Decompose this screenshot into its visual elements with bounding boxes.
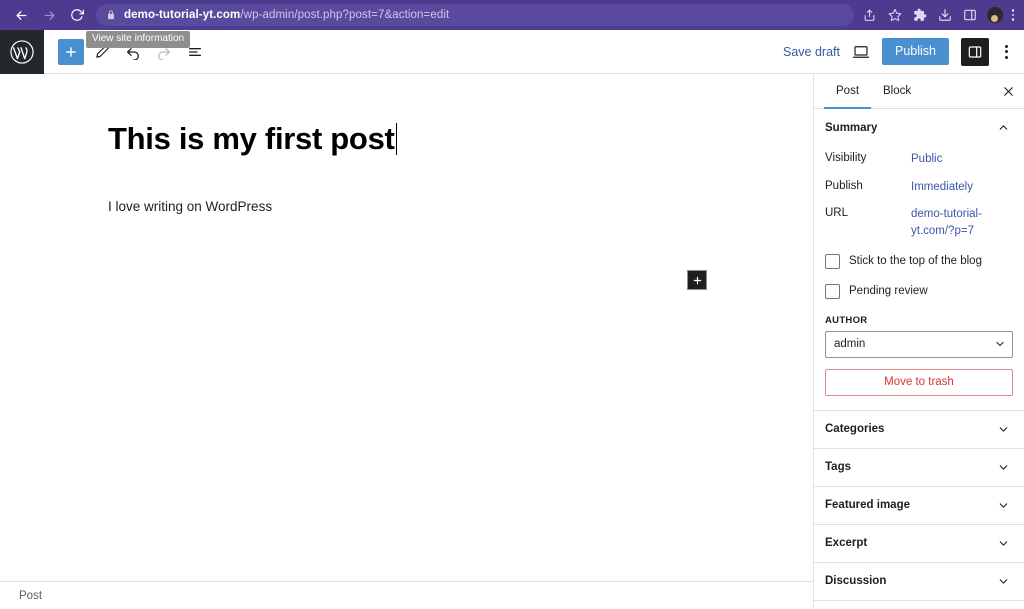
row-url-label: URL — [825, 207, 849, 220]
panel-featured-image-header[interactable]: Featured image — [814, 487, 1024, 524]
browser-toolbar-icons — [862, 7, 1017, 23]
address-bar[interactable]: demo-tutorial-yt.com/wp-admin/post.php?p… — [96, 4, 854, 26]
panel-categories-header[interactable]: Categories — [814, 411, 1024, 448]
add-block-button[interactable] — [58, 38, 84, 65]
row-publish-label: Publish — [825, 179, 863, 192]
panel-tags: Tags — [814, 449, 1024, 487]
text-caret — [395, 123, 398, 155]
panel-excerpt-title: Excerpt — [825, 537, 868, 550]
chevron-down-icon — [997, 423, 1010, 436]
row-visibility-label: Visibility — [825, 152, 867, 164]
inline-block-inserter-button[interactable] — [687, 270, 707, 290]
panel-featured-image-title: Featured image — [825, 499, 910, 512]
url-path: /wp-admin/post.php?post=7&action=edit — [240, 9, 450, 21]
reload-button[interactable] — [64, 3, 90, 27]
author-field-label: AUTHOR — [825, 314, 868, 326]
share-icon[interactable] — [862, 7, 878, 23]
move-to-trash-button[interactable]: Move to trash — [825, 368, 1013, 396]
tab-block[interactable]: Block — [871, 74, 923, 109]
author-select-wrapper: admin — [825, 330, 1013, 358]
editor-workspace: This is my first post I love writing on … — [0, 74, 1024, 609]
pending-review-checkbox[interactable] — [825, 283, 840, 299]
editor-header: View site information Save draft Publish — [0, 29, 1024, 74]
site-information-tooltip: View site information — [86, 31, 191, 48]
chevron-down-icon — [997, 575, 1010, 588]
row-visibility-value[interactable]: Public — [911, 151, 1013, 168]
row-publish: Publish Immediately — [825, 174, 1013, 202]
panel-tags-title: Tags — [825, 461, 851, 474]
settings-sidebar-icon[interactable] — [961, 37, 989, 66]
panel-excerpt: Excerpt — [814, 525, 1024, 563]
bookmark-star-icon[interactable] — [887, 7, 903, 23]
side-panel-icon[interactable] — [962, 7, 978, 23]
lock-icon — [106, 10, 116, 20]
address-bar-text: demo-tutorial-yt.com/wp-admin/post.php?p… — [124, 9, 449, 21]
row-visibility: Visibility Public — [825, 146, 1013, 174]
downloads-icon[interactable] — [937, 7, 953, 23]
close-icon[interactable] — [992, 74, 1024, 108]
panel-tags-header[interactable]: Tags — [814, 449, 1024, 486]
panel-discussion-title: Discussion — [825, 575, 887, 588]
checkbox-row-pending-review[interactable]: Pending review — [825, 276, 1013, 306]
tab-post[interactable]: Post — [824, 74, 872, 109]
sticky-checkbox-label: Stick to the top of the blog — [849, 255, 982, 268]
panel-discussion: Discussion — [814, 563, 1024, 601]
post-title-field[interactable]: This is my first post — [108, 120, 398, 159]
editor-header-actions: Save draft Publish — [783, 37, 1024, 66]
chevron-down-icon — [997, 461, 1010, 474]
forward-button[interactable] — [36, 3, 62, 27]
post-title-text: This is my first post — [108, 121, 395, 156]
breadcrumb: Post — [0, 581, 813, 609]
post-paragraph-block[interactable]: I love writing on WordPress — [108, 196, 813, 218]
chevron-down-icon — [997, 499, 1010, 512]
save-draft-button[interactable]: Save draft — [783, 45, 840, 59]
panel-categories: Categories — [814, 411, 1024, 449]
panel-summary-title: Summary — [825, 121, 878, 134]
more-options-icon[interactable] — [1001, 44, 1012, 59]
panel-excerpt-header[interactable]: Excerpt — [814, 525, 1024, 562]
wordpress-logo-icon[interactable] — [0, 29, 44, 74]
browser-menu-icon[interactable] — [1011, 9, 1014, 21]
row-publish-value[interactable]: Immediately — [911, 179, 1013, 196]
row-url-value[interactable]: demo-tutorial-yt.com/?p=7 — [911, 206, 1013, 239]
post-canvas[interactable]: This is my first post I love writing on … — [0, 74, 813, 581]
breadcrumb-item-post[interactable]: Post — [19, 590, 42, 602]
panel-summary: Summary Visibility Public Publish Immedi… — [814, 109, 1024, 411]
sidebar-tabs: Post Block — [814, 74, 1024, 109]
panel-summary-body: Visibility Public Publish Immediately UR… — [814, 146, 1024, 410]
chevron-up-icon — [997, 121, 1010, 134]
chevron-down-icon — [997, 537, 1010, 550]
checkbox-row-sticky[interactable]: Stick to the top of the blog — [825, 246, 1013, 276]
panel-discussion-header[interactable]: Discussion — [814, 563, 1024, 600]
desktop-preview-icon[interactable] — [852, 43, 870, 61]
panel-featured-image: Featured image — [814, 487, 1024, 525]
author-select[interactable]: admin — [825, 330, 1013, 358]
panel-categories-title: Categories — [825, 423, 885, 436]
browser-chrome: demo-tutorial-yt.com/wp-admin/post.php?p… — [0, 0, 1024, 30]
profile-avatar-icon[interactable] — [986, 7, 1003, 23]
url-domain: demo-tutorial-yt.com — [124, 9, 241, 21]
browser-window: demo-tutorial-yt.com/wp-admin/post.php?p… — [0, 0, 1024, 609]
pending-review-checkbox-label: Pending review — [849, 285, 928, 298]
sticky-checkbox[interactable] — [825, 253, 840, 269]
back-button[interactable] — [8, 3, 34, 27]
row-url: URL demo-tutorial-yt.com/?p=7 — [825, 201, 1013, 245]
editor-canvas-column: This is my first post I love writing on … — [0, 74, 814, 609]
publish-button[interactable]: Publish — [882, 38, 949, 65]
settings-sidebar: Post Block Summary Visibility Public Pub… — [814, 74, 1024, 609]
panel-summary-header[interactable]: Summary — [814, 109, 1024, 146]
extensions-puzzle-icon[interactable] — [912, 7, 928, 23]
